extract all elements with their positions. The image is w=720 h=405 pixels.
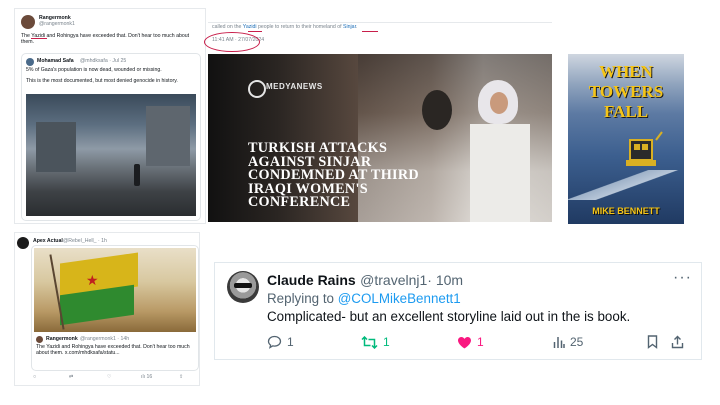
building-shape bbox=[36, 122, 76, 172]
views-count: 25 bbox=[570, 335, 584, 349]
book-title-line: TOWERS bbox=[588, 82, 664, 101]
quoted-tweet[interactable]: ★ Rangermonk @rangermonk1 · 14h The Yazi… bbox=[31, 245, 199, 371]
replying-to-link[interactable]: @COLMikeBennett1 bbox=[338, 291, 461, 306]
quote-line1: 5% of Gaza's population is now dead, wou… bbox=[26, 67, 162, 73]
divider bbox=[208, 22, 552, 23]
share-icon bbox=[671, 335, 684, 349]
missile-trail bbox=[568, 170, 684, 200]
person-silhouette bbox=[134, 164, 140, 186]
book-title-line: FALL bbox=[603, 102, 649, 121]
star-icon: ★ bbox=[86, 272, 99, 288]
book-title-line: WHEN bbox=[599, 62, 653, 81]
views-button[interactable]: 25 bbox=[553, 335, 583, 349]
retweet-icon[interactable]: ⇄ bbox=[69, 374, 73, 380]
sinjar-link[interactable]: Sinjar bbox=[343, 24, 356, 30]
headline-line: CONFERENCE bbox=[248, 194, 351, 211]
quoted-tweet[interactable]: Mohamad Safa @mhdksafa · Jul 25 5% of Ga… bbox=[21, 53, 201, 221]
underline-mark bbox=[31, 38, 47, 40]
tweet-handle[interactable]: @travelnj1 bbox=[360, 272, 427, 288]
like-button[interactable]: 1 bbox=[457, 335, 484, 349]
quote-author: Rangermonk bbox=[46, 336, 78, 342]
avatar bbox=[36, 336, 43, 343]
tweet-text: Complicated- but an excellent storyline … bbox=[267, 309, 631, 324]
retweet-button[interactable]: 1 bbox=[361, 335, 390, 349]
retweet-icon bbox=[361, 335, 378, 349]
news-logo: MEDYANEWS bbox=[266, 82, 323, 91]
news-image[interactable]: MEDYANEWS TURKISH ATTACKS AGAINST SINJAR… bbox=[208, 54, 552, 222]
medya-logo-icon bbox=[248, 80, 266, 98]
reply-count: 1 bbox=[287, 335, 294, 349]
like-icon[interactable]: ♡ bbox=[107, 374, 112, 380]
tweet-apex-actual: Apex Actual @Rebel_Hell_ · 1h ★ Rangermo… bbox=[14, 232, 200, 386]
building-shape bbox=[146, 106, 190, 166]
reply-button[interactable]: 1 bbox=[267, 335, 294, 349]
bookmark-icon bbox=[647, 335, 658, 349]
like-count: 1 bbox=[477, 335, 484, 349]
tweet-time[interactable]: · 10m bbox=[427, 272, 463, 288]
dress-shape bbox=[470, 124, 530, 222]
tweet-claude-rains: Claude Rains @travelnj1· 10m ··· Replyin… bbox=[214, 262, 702, 360]
replying-to: Replying to @COLMikeBennett1 bbox=[267, 291, 461, 306]
underline-mark bbox=[248, 31, 262, 33]
avatar bbox=[26, 58, 34, 66]
quote-handle: @mhdksafa · Jul 25 bbox=[80, 58, 127, 64]
quote-author: Mohamad Safa bbox=[37, 58, 74, 64]
tweet-text: The Yazidi and Rohingya have exceeded th… bbox=[21, 33, 190, 46]
book-cover[interactable]: WHEN TOWERS FALL MIKE BENNETT bbox=[568, 54, 684, 224]
head-shape bbox=[422, 90, 452, 130]
share-icon[interactable]: ⇪ bbox=[179, 374, 183, 380]
avatar[interactable] bbox=[21, 15, 35, 29]
hand-drawn-circle bbox=[204, 32, 260, 52]
bookmark-button[interactable] bbox=[647, 335, 658, 349]
tweet-author[interactable]: Apex Actual bbox=[33, 238, 63, 244]
reply-icon[interactable]: ○ bbox=[33, 374, 36, 380]
heart-icon bbox=[458, 336, 471, 348]
retweet-count: 1 bbox=[383, 335, 390, 349]
more-options-icon[interactable]: ··· bbox=[673, 269, 692, 287]
reply-icon bbox=[267, 335, 282, 349]
tweet-handle: @Rebel_Hell_ · 1h bbox=[63, 238, 107, 244]
views-icon bbox=[553, 336, 565, 348]
avatar[interactable] bbox=[227, 271, 259, 303]
underline-mark bbox=[362, 31, 378, 33]
quote-text: The Yazidi and Rohingya have exceeded th… bbox=[36, 344, 190, 357]
quote-line2: This is the most documented, but most de… bbox=[26, 78, 178, 84]
tweet-handle: @rangermonk1 bbox=[39, 21, 75, 27]
tweet-author[interactable]: Claude Rains bbox=[267, 272, 356, 288]
sunglasses-shape bbox=[234, 283, 252, 288]
tweet-rangermonk: Rangermonk @rangermonk1 The Yazidi and R… bbox=[14, 8, 206, 224]
yazidi-link[interactable]: Yazidi bbox=[243, 24, 257, 30]
views-count[interactable]: ılı 16 bbox=[141, 374, 152, 380]
views-icon: ılı bbox=[141, 374, 146, 380]
quote-handle: @rangermonk1 · 14h bbox=[80, 336, 130, 342]
share-button[interactable] bbox=[671, 335, 684, 349]
avatar[interactable] bbox=[17, 237, 29, 249]
flag-photo[interactable]: ★ bbox=[34, 248, 196, 332]
destroyed-city-photo[interactable] bbox=[26, 94, 196, 216]
face-shape bbox=[490, 92, 508, 114]
snippet-text: called on the Yazidi people to return to… bbox=[212, 24, 358, 30]
book-author: MIKE BENNETT bbox=[592, 206, 660, 216]
